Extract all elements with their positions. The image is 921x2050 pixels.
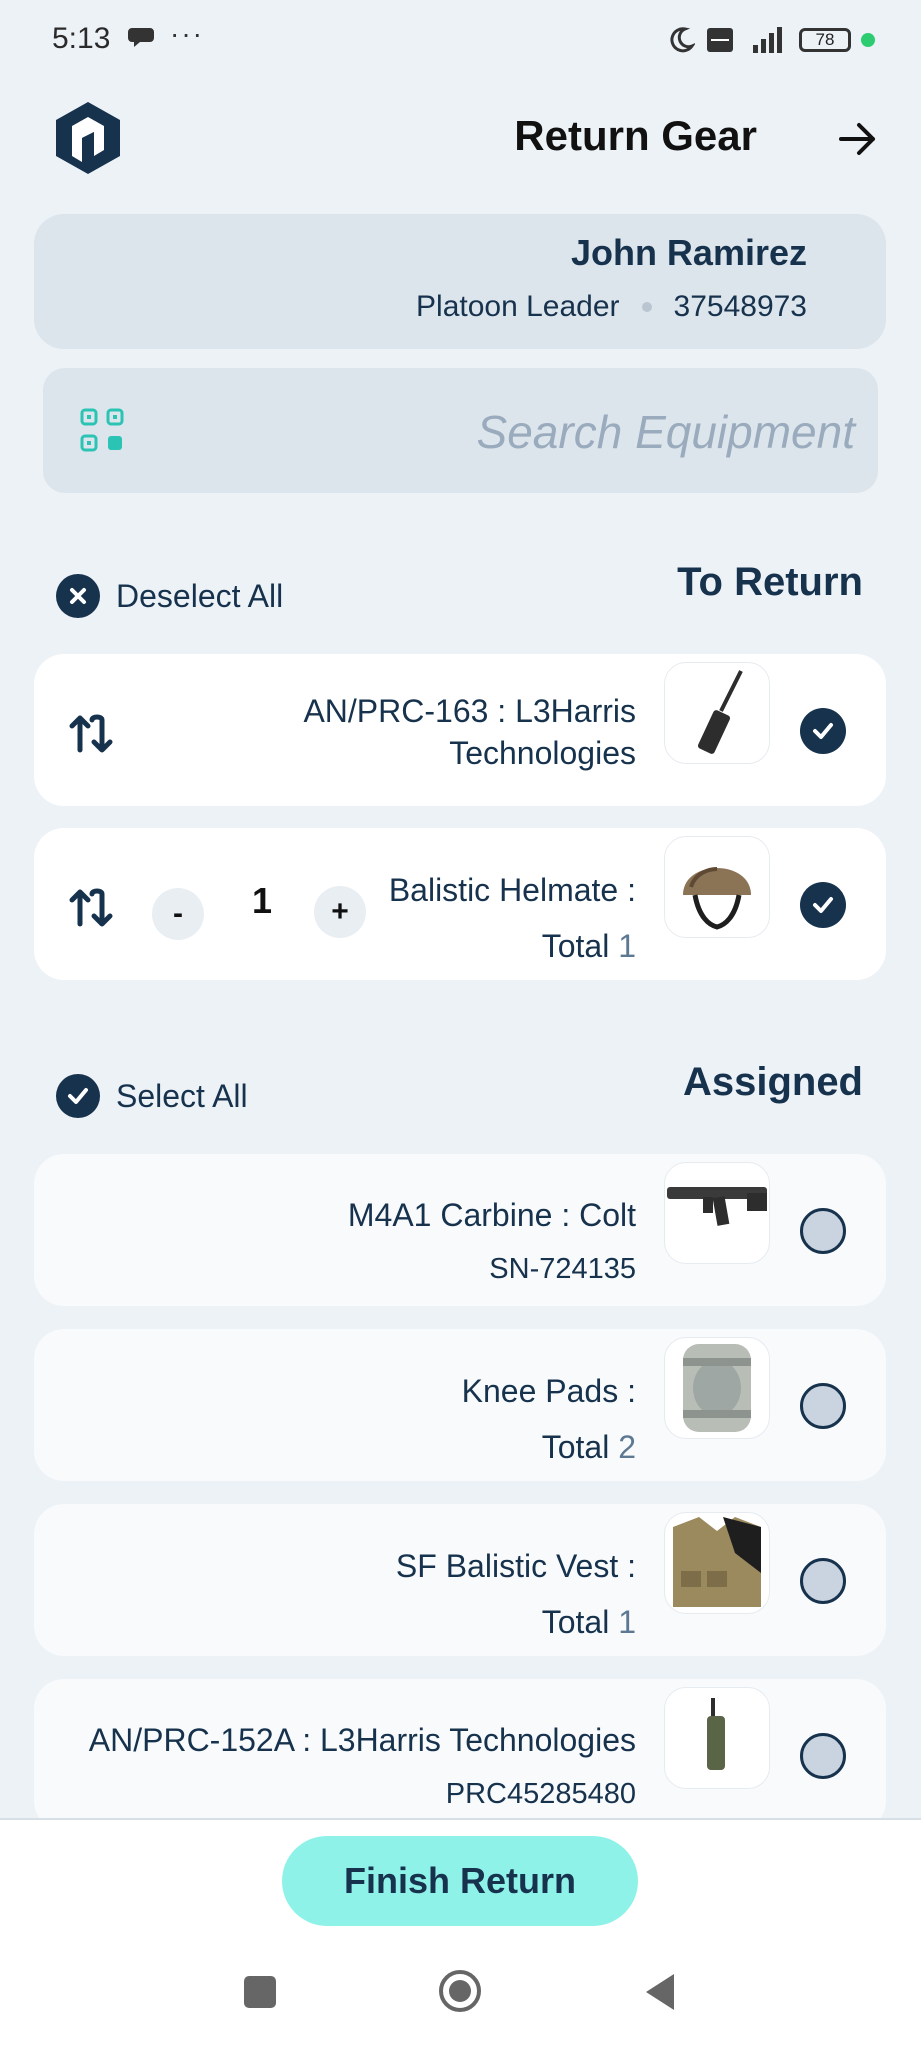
status-time: 5:13 — [52, 22, 111, 55]
item-name: AN/PRC-163 : L3Harris Technologies — [303, 693, 636, 771]
radio-image — [664, 1687, 770, 1789]
checkbox-checked[interactable] — [800, 708, 846, 754]
assigned-title: Assigned — [682, 1060, 863, 1104]
item-name: Balistic Helmate : Total 1 — [389, 862, 636, 974]
overflow-dots: ··· — [170, 18, 204, 49]
close-circle-icon — [56, 574, 100, 618]
deselect-all-button[interactable]: Deselect All — [56, 574, 283, 618]
checkbox-unchecked[interactable] — [800, 1208, 846, 1254]
increment-button[interactable]: + — [314, 886, 366, 938]
signal-icon — [753, 27, 782, 53]
deselect-all-label: Deselect All — [116, 577, 284, 614]
select-all-label: Select All — [116, 1077, 248, 1114]
profile-id: 37548973 — [673, 290, 807, 323]
item-total: Total 2 — [541, 1429, 636, 1465]
swap-icon[interactable] — [68, 886, 116, 930]
swap-icon[interactable] — [68, 712, 116, 756]
search-placeholder: Search Equipment — [476, 406, 855, 458]
assigned-item-card[interactable]: M4A1 Carbine : Colt SN-724135 — [34, 1154, 886, 1306]
decrement-button[interactable]: - — [152, 888, 204, 940]
helmet-image — [664, 836, 770, 938]
status-icons: 78 — [667, 22, 875, 58]
finish-return-button[interactable]: Finish Return — [282, 1836, 638, 1926]
qr-scan-icon[interactable] — [80, 408, 124, 452]
item-total: Total 1 — [541, 928, 636, 964]
return-item-card[interactable]: - 1 + Balistic Helmate : Total 1 — [34, 828, 886, 980]
item-serial: SN-724135 — [489, 1253, 636, 1285]
privacy-indicator-icon — [861, 33, 875, 47]
moon-icon — [670, 27, 695, 53]
profile-details: Platoon Leader 37548973 — [416, 290, 807, 324]
message-icon — [128, 28, 154, 47]
volte-icon — [707, 28, 733, 52]
item-name: M4A1 Carbine : Colt SN-724135 — [348, 1188, 636, 1296]
assigned-item-card[interactable]: SF Balistic Vest : Total 1 — [34, 1504, 886, 1656]
item-serial: PRC45285480 — [445, 1778, 636, 1810]
separator-dot — [641, 302, 652, 312]
return-item-card[interactable]: AN/PRC-163 : L3Harris Technologies — [34, 654, 886, 806]
arrow-right-icon[interactable] — [835, 116, 881, 162]
item-name: SF Balistic Vest : Total 1 — [396, 1538, 636, 1650]
profile-role: Platoon Leader — [416, 290, 620, 323]
profile-name: John Ramirez — [570, 232, 807, 273]
select-all-button[interactable]: Select All — [56, 1074, 248, 1118]
battery-icon: 78 — [799, 28, 851, 52]
recents-icon[interactable] — [244, 1976, 276, 2008]
item-total: Total 1 — [541, 1604, 636, 1640]
checkbox-unchecked[interactable] — [800, 1558, 846, 1604]
checkbox-checked[interactable] — [800, 882, 846, 928]
rifle-image — [664, 1162, 770, 1264]
assigned-item-card[interactable]: Knee Pads : Total 2 — [34, 1329, 886, 1481]
item-name: AN/PRC-152A : L3Harris Technologies PRC4… — [89, 1713, 636, 1821]
vest-image — [664, 1512, 770, 1614]
check-circle-icon — [56, 1074, 100, 1118]
to-return-title: To Return — [677, 560, 863, 604]
app-logo — [56, 102, 120, 174]
item-name: Knee Pads : Total 2 — [462, 1363, 636, 1475]
assigned-item-card[interactable]: AN/PRC-152A : L3Harris Technologies PRC4… — [34, 1679, 886, 1831]
back-icon[interactable] — [644, 1972, 676, 2012]
knee-pads-image — [664, 1337, 770, 1439]
page-title: Return Gear — [514, 112, 757, 159]
checkbox-unchecked[interactable] — [800, 1733, 846, 1779]
radio-image — [664, 662, 770, 764]
quantity-value: 1 — [252, 880, 273, 921]
home-icon[interactable] — [437, 1968, 483, 2014]
checkbox-unchecked[interactable] — [800, 1383, 846, 1429]
